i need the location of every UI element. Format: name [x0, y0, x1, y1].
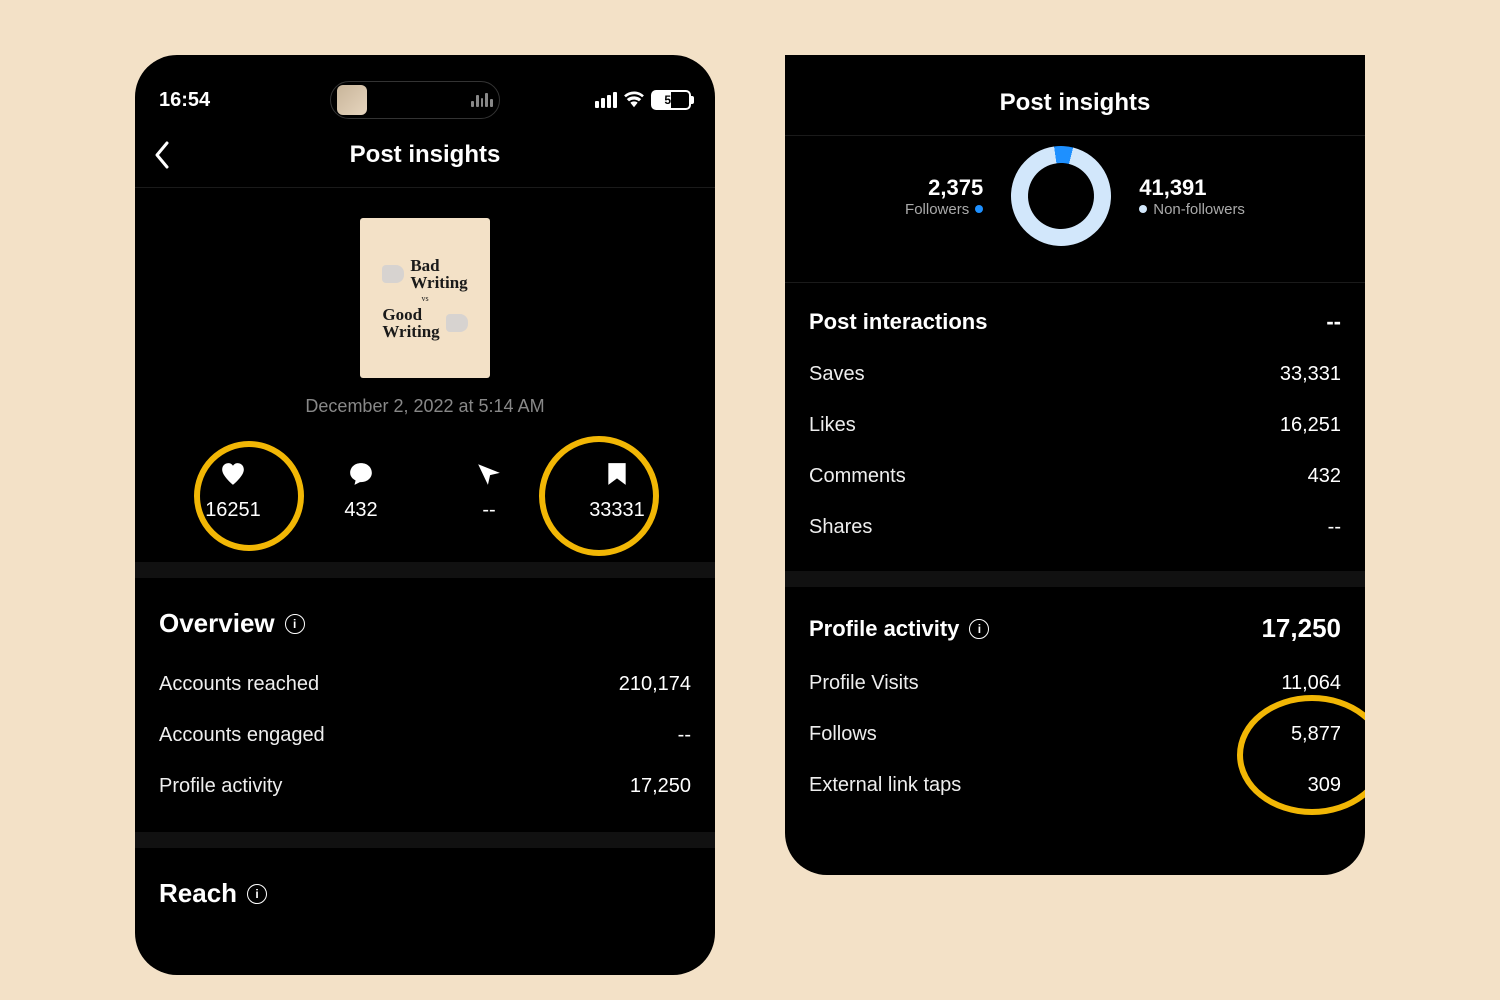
thumb-text-writing2: Writing [382, 323, 439, 340]
share-icon [425, 461, 553, 487]
back-button[interactable] [153, 141, 169, 169]
legend-dot-nonfollowers [1139, 205, 1147, 213]
stat-comments[interactable]: 432 [297, 461, 425, 522]
profile-activity-title: Profile activity [809, 616, 959, 642]
overview-label: Accounts reached [159, 673, 319, 696]
overview-header: Overview i [159, 578, 691, 659]
overview-value: 17,250 [630, 775, 691, 798]
phone-right: Post insights 2,375 Followers 41,391 Non… [785, 55, 1365, 875]
profile-activity-header: Profile activity i 17,250 [809, 587, 1341, 658]
battery-icon: 50 [651, 90, 691, 110]
thumb-text-writing1: Writing [410, 274, 467, 291]
row-label: Profile Visits [809, 672, 919, 695]
profile-row-linktaps[interactable]: External link taps 309 [809, 760, 1341, 811]
row-label: Follows [809, 723, 877, 746]
legend-dot-followers [975, 205, 983, 213]
overview-value: -- [678, 724, 691, 747]
donut-followers: 2,375 Followers [905, 175, 983, 218]
nonfollowers-label: Non-followers [1153, 201, 1245, 218]
donut-nonfollowers: 41,391 Non-followers [1139, 175, 1245, 218]
donut-chart [1005, 140, 1118, 253]
status-indicators: 50 [551, 90, 691, 110]
row-label: Likes [809, 414, 856, 437]
row-value: 5,877 [1291, 723, 1341, 746]
divider [135, 562, 715, 578]
overview-row-engaged[interactable]: Accounts engaged -- [159, 710, 691, 761]
info-icon[interactable]: i [285, 614, 305, 634]
likes-value: 16251 [169, 499, 297, 522]
shares-value: -- [425, 499, 553, 522]
row-label: Saves [809, 363, 865, 386]
audience-donut: 2,375 Followers 41,391 Non-followers [809, 136, 1341, 282]
overview-label: Accounts engaged [159, 724, 325, 747]
row-value: 309 [1308, 774, 1341, 797]
row-label: External link taps [809, 774, 961, 797]
row-value: -- [1328, 516, 1341, 539]
overview-label: Profile activity [159, 775, 282, 798]
profile-activity-total: 17,250 [1261, 613, 1341, 644]
reach-header: Reach i [159, 848, 691, 929]
saves-value: 33331 [553, 499, 681, 522]
status-bar: 16:54 50 [135, 73, 715, 131]
dynamic-island[interactable] [330, 81, 500, 119]
reach-title: Reach [159, 878, 237, 909]
info-icon[interactable]: i [247, 884, 267, 904]
post-date: December 2, 2022 at 5:14 AM [159, 396, 691, 417]
interactions-title: Post interactions [809, 309, 987, 335]
cell-signal-icon [595, 92, 617, 108]
interactions-total: -- [1326, 309, 1341, 335]
phone-left: 16:54 50 Post insights [135, 55, 715, 975]
now-playing-thumb [337, 85, 367, 115]
overview-value: 210,174 [619, 673, 691, 696]
row-value: 11,064 [1281, 672, 1341, 695]
divider [135, 832, 715, 848]
interaction-row-comments[interactable]: Comments 432 [809, 451, 1341, 502]
battery-percent: 50 [664, 93, 677, 107]
row-value: 16,251 [1280, 414, 1341, 437]
stat-likes[interactable]: 16251 [169, 461, 297, 522]
bookmark-icon [553, 461, 681, 487]
comments-value: 432 [297, 499, 425, 522]
nonfollowers-count: 41,391 [1139, 175, 1245, 201]
engagement-stats: 16251 432 -- 33331 [159, 431, 691, 562]
stat-saves[interactable]: 33331 [553, 461, 681, 522]
overview-row-profile[interactable]: Profile activity 17,250 [159, 761, 691, 812]
status-time: 16:54 [159, 89, 279, 112]
heart-icon [169, 461, 297, 487]
row-value: 33,331 [1280, 363, 1341, 386]
interaction-row-likes[interactable]: Likes 16,251 [809, 400, 1341, 451]
interaction-row-shares[interactable]: Shares -- [809, 502, 1341, 553]
profile-row-follows[interactable]: Follows 5,877 [809, 709, 1341, 760]
comment-icon [297, 461, 425, 487]
info-icon[interactable]: i [969, 619, 989, 639]
profile-row-visits[interactable]: Profile Visits 11,064 [809, 658, 1341, 709]
thumb-text-good: Good [382, 306, 439, 323]
interaction-row-saves[interactable]: Saves 33,331 [809, 349, 1341, 400]
thumb-text-vs: vs [421, 294, 428, 303]
post-preview: Bad Writing vs Good Writing December 2, … [159, 188, 691, 431]
overview-row-reached[interactable]: Accounts reached 210,174 [159, 659, 691, 710]
row-label: Comments [809, 465, 906, 488]
followers-label: Followers [905, 201, 969, 218]
row-value: 432 [1308, 465, 1341, 488]
post-thumbnail[interactable]: Bad Writing vs Good Writing [360, 218, 490, 378]
interactions-header: Post interactions -- [809, 283, 1341, 349]
nav-bar: Post insights [135, 131, 715, 188]
thumbs-up-icon [446, 314, 468, 332]
followers-count: 2,375 [905, 175, 983, 201]
overview-title: Overview [159, 608, 275, 639]
page-title: Post insights [785, 85, 1365, 135]
thumbs-down-icon [382, 265, 404, 283]
audio-bars-icon [471, 93, 493, 107]
wifi-icon [623, 91, 645, 109]
page-title: Post insights [350, 141, 501, 169]
stat-shares[interactable]: -- [425, 461, 553, 522]
row-label: Shares [809, 516, 872, 539]
divider [785, 571, 1365, 587]
thumb-text-bad: Bad [410, 257, 467, 274]
